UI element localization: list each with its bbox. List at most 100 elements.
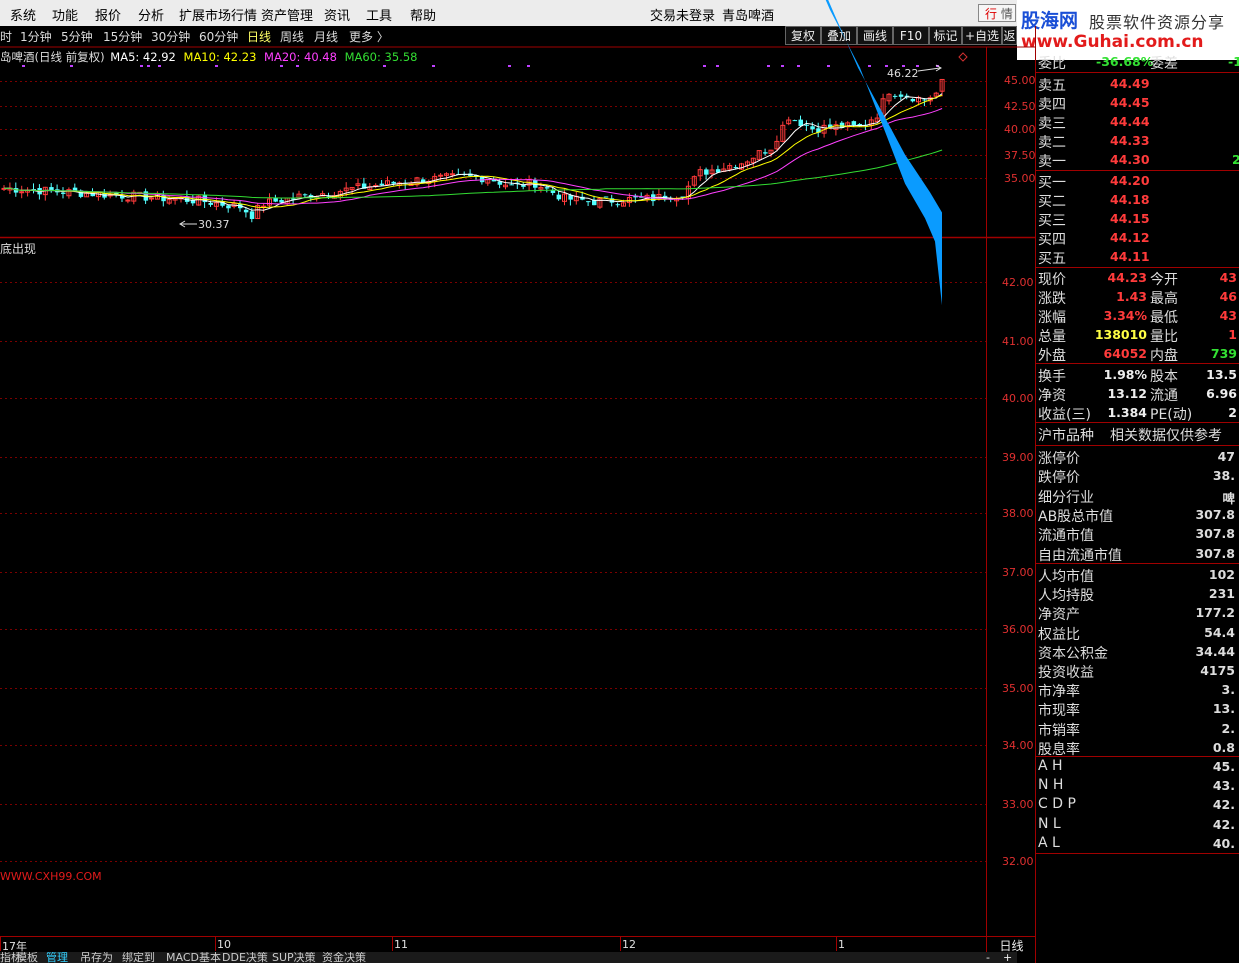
candle-body xyxy=(509,184,514,186)
sell-label: 卖一 xyxy=(1038,154,1066,170)
fin-label-2: 流通 xyxy=(1150,388,1178,404)
stat-value: 0.8 xyxy=(1212,739,1235,755)
quote-value-2: 43 xyxy=(1219,270,1237,285)
index-label: C D P xyxy=(1038,796,1076,813)
buy-label: 买四 xyxy=(1038,232,1066,248)
market-header-row: 沪市品种 相关数据仅供参考 xyxy=(1036,425,1239,444)
tab-macd[interactable]: MACD基本 xyxy=(166,952,221,963)
marker xyxy=(140,65,143,67)
candle-body xyxy=(603,196,609,198)
fin-label: 换手 xyxy=(1038,369,1066,385)
ind-tick-38: 38.00 xyxy=(1002,507,1034,520)
candle-body xyxy=(733,167,739,169)
logo-url: www.Guhai.com.cn xyxy=(1021,32,1204,52)
tab-sup[interactable]: SUP决策 xyxy=(272,952,316,963)
sell-label: 卖五 xyxy=(1038,78,1066,94)
limit-value: 38. xyxy=(1212,468,1235,484)
sell-row-4: 卖一 44.30 2 xyxy=(1036,151,1239,170)
marker xyxy=(527,65,530,67)
time-tick-12: 12 xyxy=(622,938,636,951)
fin-label-2: 股本 xyxy=(1150,369,1178,385)
limit-row-3: AB股总市值 307.8 xyxy=(1036,506,1239,525)
candle-body xyxy=(550,190,556,193)
time-axis: 17年 10 11 12 1 xyxy=(0,937,987,953)
marker xyxy=(703,65,706,67)
buy-price: 44.15 xyxy=(1110,211,1150,226)
sell-price: 44.44 xyxy=(1110,114,1150,129)
quote-value: 44.23 xyxy=(1107,270,1147,285)
marker xyxy=(827,65,830,67)
sell-row-2: 卖三 44.44 xyxy=(1036,113,1239,132)
candle-body xyxy=(249,211,255,219)
candle-body xyxy=(910,98,916,102)
candle-body xyxy=(226,205,231,209)
stat-row-4: 资本公积金 34.44 xyxy=(1036,643,1239,662)
stat-value: 54.4 xyxy=(1204,624,1235,640)
quote-label: 涨幅 xyxy=(1038,310,1066,326)
quote-value: 64052 xyxy=(1103,346,1148,361)
index-value: 45. xyxy=(1212,759,1235,774)
sell-price: 44.49 xyxy=(1110,76,1150,91)
quote-panel: 委比 -36.68% 委差 -1 沪市品种 相关数据仅供参考 卖五 44.49 卖四… xyxy=(1036,50,1239,963)
charts-canvas[interactable]: 46.22 30.37 45.00 42.50 40.00 37.50 35.0… xyxy=(0,0,1036,963)
sell-label: 卖三 xyxy=(1038,116,1066,132)
zoom-in-icon[interactable]: + xyxy=(1003,952,1012,963)
marker xyxy=(383,65,386,67)
tab-dde[interactable]: DDE决策 xyxy=(222,952,268,963)
stat-row-5: 投资收益 4175 xyxy=(1036,662,1239,681)
price-tick-37-5: 37.50 xyxy=(1004,149,1036,162)
watermark-text: WWW.CXH99.COM xyxy=(0,870,102,883)
stat-value: 3. xyxy=(1221,682,1235,698)
candle-body xyxy=(851,121,857,126)
buy-label: 买一 xyxy=(1038,175,1066,191)
marker xyxy=(797,65,800,67)
stat-value: 4175 xyxy=(1200,663,1235,678)
tab-fund[interactable]: 资金决策 xyxy=(322,952,366,963)
index-row-3: N L 42. xyxy=(1036,816,1239,835)
stat-row-0: 人均市值 102 xyxy=(1036,566,1239,585)
candle-body xyxy=(243,209,249,213)
candle-body xyxy=(544,187,550,189)
index-label: A H xyxy=(1038,758,1063,774)
tab-template[interactable]: 模板 xyxy=(16,952,38,963)
tab-bind-to[interactable]: 绑定到 xyxy=(122,952,155,963)
index-row-2: C D P 42. xyxy=(1036,796,1239,815)
candle-body xyxy=(208,202,213,205)
stat-row-8: 市销率 2. xyxy=(1036,720,1239,739)
candle-body xyxy=(792,120,798,122)
limit-row-1: 跌停价 38. xyxy=(1036,467,1239,486)
marker xyxy=(767,65,770,67)
limit-label: AB股总市值 xyxy=(1038,508,1114,525)
tab-manage[interactable]: 管理 xyxy=(46,952,68,963)
quote-label: 外盘 xyxy=(1038,348,1066,364)
limit-label: 涨停价 xyxy=(1038,451,1080,467)
fin-value-2: 2 xyxy=(1228,405,1237,420)
sell-price: 44.30 xyxy=(1110,152,1150,167)
limit-value: 啤 xyxy=(1222,490,1235,506)
ind-tick-35: 35.00 xyxy=(1002,682,1034,695)
zoom-out-icon[interactable]: - xyxy=(986,952,990,963)
index-value: 40. xyxy=(1212,835,1235,851)
ind-tick-42: 42.00 xyxy=(1002,276,1034,289)
quote-row-2: 涨幅 3.34% 最低 43 xyxy=(1036,307,1239,326)
marker xyxy=(296,65,299,67)
fin-label-2: PE(动) xyxy=(1150,407,1193,423)
fin-row-0: 换手 1.98% 股本 13.5 xyxy=(1036,366,1239,385)
sell-row-3: 卖二 44.33 xyxy=(1036,132,1239,151)
quote-row-4: 外盘 64052 内盘 739 xyxy=(1036,345,1239,364)
candle-body xyxy=(379,183,385,186)
buy-price: 44.20 xyxy=(1110,173,1150,188)
candle-body xyxy=(810,126,815,130)
limit-row-5: 自由流通市值 307.8 xyxy=(1036,545,1239,564)
quote-value: 3.34% xyxy=(1103,308,1147,323)
time-tick-11: 11 xyxy=(394,938,408,951)
index-row-4: A L 40. xyxy=(1036,835,1239,854)
weibi-row: 委比 -36.68% 委差 -1 xyxy=(1036,53,1239,72)
marker xyxy=(70,65,73,67)
fin-label: 净资 xyxy=(1038,388,1066,404)
fin-value: 1.98% xyxy=(1103,367,1147,382)
fin-value: 13.12 xyxy=(1107,386,1147,401)
tab-save-as[interactable]: 吊存为 xyxy=(80,952,113,963)
quote-value: 138010 xyxy=(1094,327,1147,342)
time-tick-10: 10 xyxy=(217,938,231,951)
